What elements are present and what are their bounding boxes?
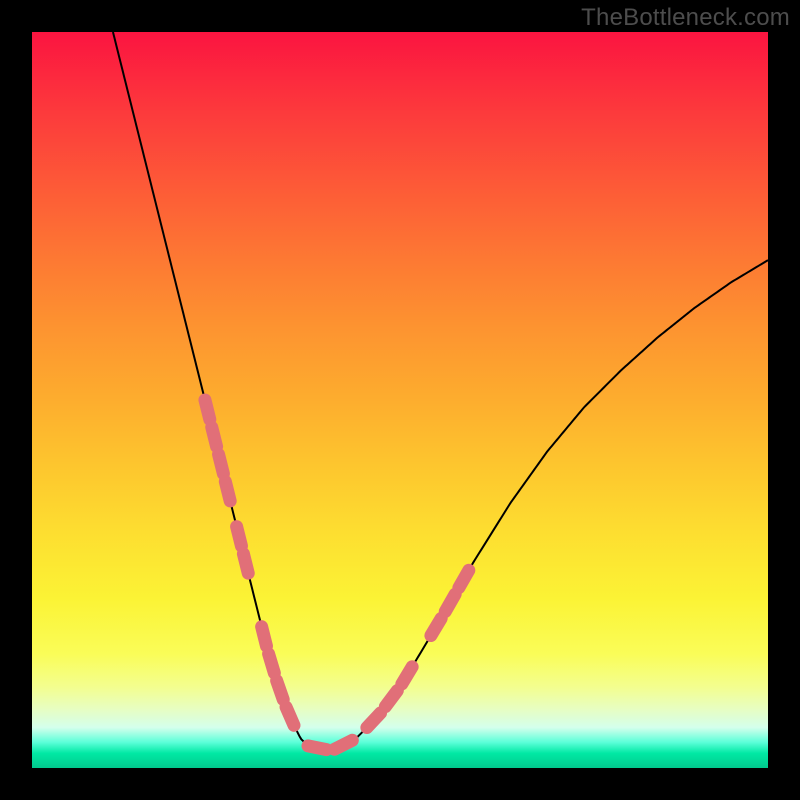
dotted-dash: [445, 594, 455, 611]
dotted-dash: [334, 740, 352, 749]
dotted-dash: [212, 427, 217, 446]
dotted-dash: [431, 618, 441, 635]
dotted-dash: [277, 681, 284, 700]
dotted-dash: [237, 527, 242, 546]
dotted-dash: [286, 707, 294, 725]
dotted-dash: [459, 570, 469, 587]
dotted-dash: [367, 713, 381, 728]
dotted-dash: [219, 454, 224, 473]
dotted-overlay: [205, 400, 469, 750]
plot-area: [32, 32, 768, 768]
dotted-dash: [205, 400, 210, 419]
dotted-dash: [385, 691, 397, 707]
dotted-dash: [262, 627, 267, 646]
watermark-text: TheBottleneck.com: [581, 4, 790, 32]
dotted-dash: [402, 667, 412, 684]
dotted-dash: [269, 654, 275, 673]
chart-frame: TheBottleneck.com: [0, 0, 800, 800]
curve-layer: [32, 32, 768, 768]
dotted-dash: [225, 481, 230, 500]
bottleneck-curve: [113, 32, 768, 750]
dotted-dash: [243, 554, 248, 573]
dotted-dash: [308, 746, 327, 750]
